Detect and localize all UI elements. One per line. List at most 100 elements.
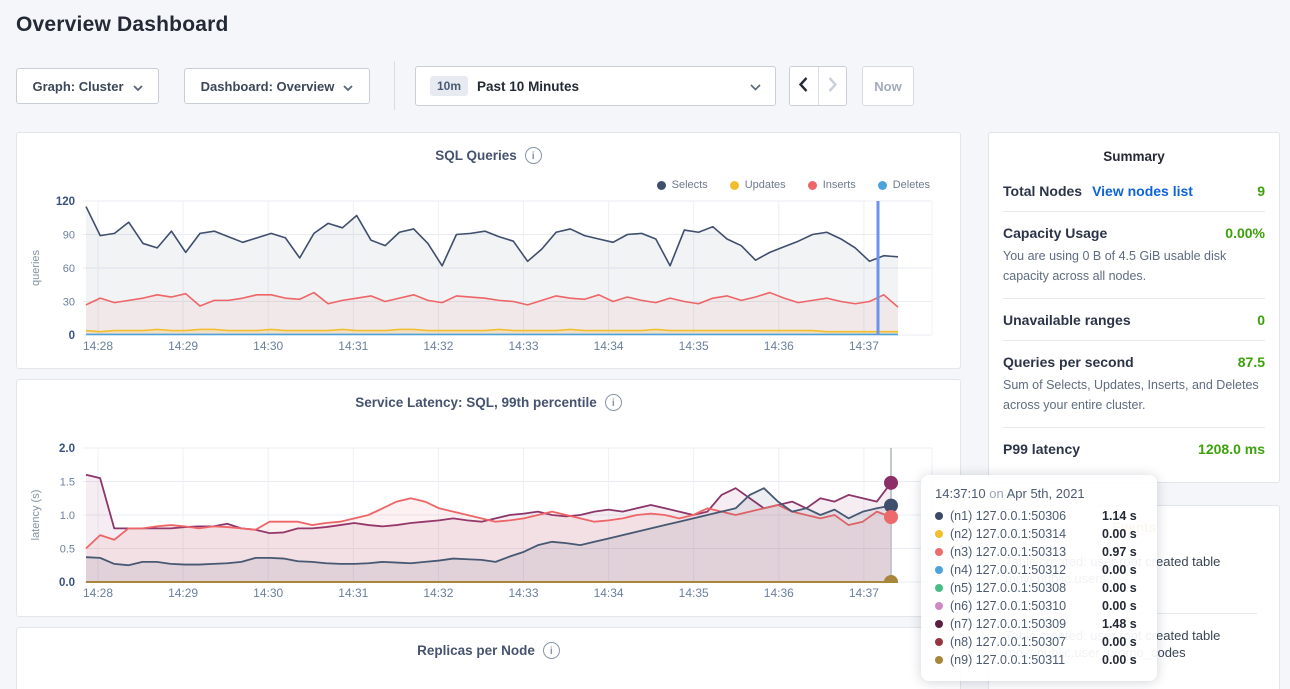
chart-hover-tooltip: 14:37:10 on Apr 5th, 2021 (n1) 127.0.0.1… <box>921 475 1157 681</box>
node-color-dot-icon <box>935 548 943 556</box>
tooltip-row: (n7) 127.0.0.1:503091.48 s <box>935 615 1143 633</box>
tooltip-row: (n1) 127.0.0.1:503061.14 s <box>935 507 1143 525</box>
time-range-badge: 10m <box>430 76 468 96</box>
svg-text:90: 90 <box>63 230 75 242</box>
svg-text:30: 30 <box>63 297 75 309</box>
svg-text:14:36: 14:36 <box>764 339 794 353</box>
service-latency-panel: Service Latency: SQL, 99th percentile i … <box>16 379 961 617</box>
stat-label: Total Nodes <box>1003 183 1082 199</box>
svg-text:2.0: 2.0 <box>59 443 75 455</box>
tooltip-row: (n5) 127.0.0.1:503080.00 s <box>935 579 1143 597</box>
svg-text:0.5: 0.5 <box>60 544 75 556</box>
svg-text:14:36: 14:36 <box>764 586 794 600</box>
svg-text:14:28: 14:28 <box>83 586 113 600</box>
svg-text:60: 60 <box>63 263 75 275</box>
stat-value: 1208.0 ms <box>1198 441 1265 457</box>
sql-queries-chart[interactable]: 0 30 60 90 120 14:28 14:29 14:30 14:31 14:32 14:33… <box>17 187 960 359</box>
svg-text:120: 120 <box>56 196 75 208</box>
summary-heading: Summary <box>1003 149 1265 164</box>
replicas-per-node-title: Replicas per Node <box>417 643 535 658</box>
stat-label: Unavailable ranges <box>1003 312 1131 328</box>
time-nav-group <box>789 66 847 106</box>
graph-dropdown[interactable]: Graph: Cluster <box>16 68 159 104</box>
stat-value: 9 <box>1257 183 1265 199</box>
svg-text:14:37: 14:37 <box>849 586 879 600</box>
svg-text:14:31: 14:31 <box>338 339 368 353</box>
svg-text:14:30: 14:30 <box>253 586 283 600</box>
stat-value: 87.5 <box>1238 354 1265 370</box>
svg-text:queries: queries <box>30 249 42 286</box>
sql-queries-title: SQL Queries <box>435 148 517 163</box>
page: Overview Dashboard Graph: Cluster Dashbo… <box>0 0 1290 689</box>
node-color-dot-icon <box>935 584 943 592</box>
svg-text:1.5: 1.5 <box>60 477 75 489</box>
time-prev-button[interactable] <box>790 67 818 105</box>
svg-text:14:33: 14:33 <box>508 339 538 353</box>
stat-label: Queries per second <box>1003 354 1134 370</box>
stat-description: You are using 0 B of 4.5 GiB usable disk… <box>1003 246 1265 286</box>
tooltip-timestamp: 14:37:10 on Apr 5th, 2021 <box>935 486 1143 501</box>
node-color-dot-icon <box>935 566 943 574</box>
service-latency-title: Service Latency: SQL, 99th percentile <box>355 395 597 410</box>
tooltip-row: (n3) 127.0.0.1:503130.97 s <box>935 543 1143 561</box>
now-button[interactable]: Now <box>862 66 914 106</box>
info-icon[interactable]: i <box>605 394 622 411</box>
svg-text:14:35: 14:35 <box>679 339 709 353</box>
svg-text:latency (s): latency (s) <box>30 490 42 541</box>
dashboard-dropdown-label: Dashboard: Overview <box>201 79 335 94</box>
info-icon[interactable]: i <box>543 642 560 659</box>
stat-value: 0.00% <box>1225 225 1265 241</box>
node-color-dot-icon <box>935 638 943 646</box>
replicas-per-node-panel: Replicas per Node i <box>16 627 961 689</box>
svg-text:14:30: 14:30 <box>253 339 283 353</box>
svg-text:14:29: 14:29 <box>168 586 198 600</box>
summary-stat: Queries per second 87.5 Sum of Selects, Up… <box>1003 341 1265 428</box>
chevron-down-icon <box>750 79 761 94</box>
chevron-right-icon <box>828 77 837 95</box>
time-range-label: Past 10 Minutes <box>477 79 579 94</box>
svg-text:14:37: 14:37 <box>849 339 879 353</box>
tooltip-row: (n6) 127.0.0.1:503100.00 s <box>935 597 1143 615</box>
summary-stat: Unavailable ranges 0 <box>1003 299 1265 341</box>
summary-panel: Summary Total Nodes View nodes list 9 Capac… <box>988 132 1280 483</box>
svg-text:14:34: 14:34 <box>594 586 624 600</box>
view-nodes-list-link[interactable]: View nodes list <box>1092 183 1193 199</box>
svg-text:14:31: 14:31 <box>338 586 368 600</box>
svg-text:14:28: 14:28 <box>83 339 113 353</box>
svg-text:1.0: 1.0 <box>60 510 75 522</box>
tooltip-row: (n8) 127.0.0.1:503070.00 s <box>935 633 1143 651</box>
summary-stats: Total Nodes View nodes list 9 Capacity Usag… <box>1003 170 1265 469</box>
node-color-dot-icon <box>935 620 943 628</box>
time-range-picker[interactable]: 10m Past 10 Minutes <box>415 66 776 106</box>
chevron-down-icon <box>343 79 353 94</box>
time-next-button[interactable] <box>818 67 847 105</box>
info-icon[interactable]: i <box>525 147 542 164</box>
sql-queries-panel: SQL Queries i SelectsUpdatesInsertsDelet… <box>16 132 961 369</box>
summary-stat: Total Nodes View nodes list 9 <box>1003 170 1265 212</box>
chevron-left-icon <box>799 77 808 95</box>
node-color-dot-icon <box>935 602 943 610</box>
node-color-dot-icon <box>935 656 943 664</box>
graph-dropdown-label: Graph: Cluster <box>32 79 123 94</box>
stat-description: Sum of Selects, Updates, Inserts, and De… <box>1003 375 1265 415</box>
stat-label: Capacity Usage <box>1003 225 1107 241</box>
tooltip-row: (n2) 127.0.0.1:503140.00 s <box>935 525 1143 543</box>
summary-stat: Capacity Usage 0.00% You are using 0 B of … <box>1003 212 1265 299</box>
dashboard-dropdown[interactable]: Dashboard: Overview <box>184 68 370 104</box>
stat-label: P99 latency <box>1003 441 1080 457</box>
svg-text:14:33: 14:33 <box>508 586 538 600</box>
svg-text:0.0: 0.0 <box>59 577 75 589</box>
chevron-down-icon <box>133 79 143 94</box>
stat-value: 0 <box>1257 312 1265 328</box>
svg-text:14:29: 14:29 <box>168 339 198 353</box>
tooltip-row: (n9) 127.0.0.1:503110.00 s <box>935 651 1143 669</box>
svg-text:14:32: 14:32 <box>423 339 453 353</box>
tooltip-row: (n4) 127.0.0.1:503120.00 s <box>935 561 1143 579</box>
controls-divider <box>394 61 395 110</box>
page-title: Overview Dashboard <box>16 13 229 37</box>
svg-text:14:34: 14:34 <box>594 339 624 353</box>
svg-text:0: 0 <box>69 330 75 342</box>
node-color-dot-icon <box>935 530 943 538</box>
svg-text:14:32: 14:32 <box>423 586 453 600</box>
service-latency-chart[interactable]: 0.0 0.5 1.0 1.5 2.0 14:28 14:29 14:30 14:31 14:32… <box>17 434 960 606</box>
